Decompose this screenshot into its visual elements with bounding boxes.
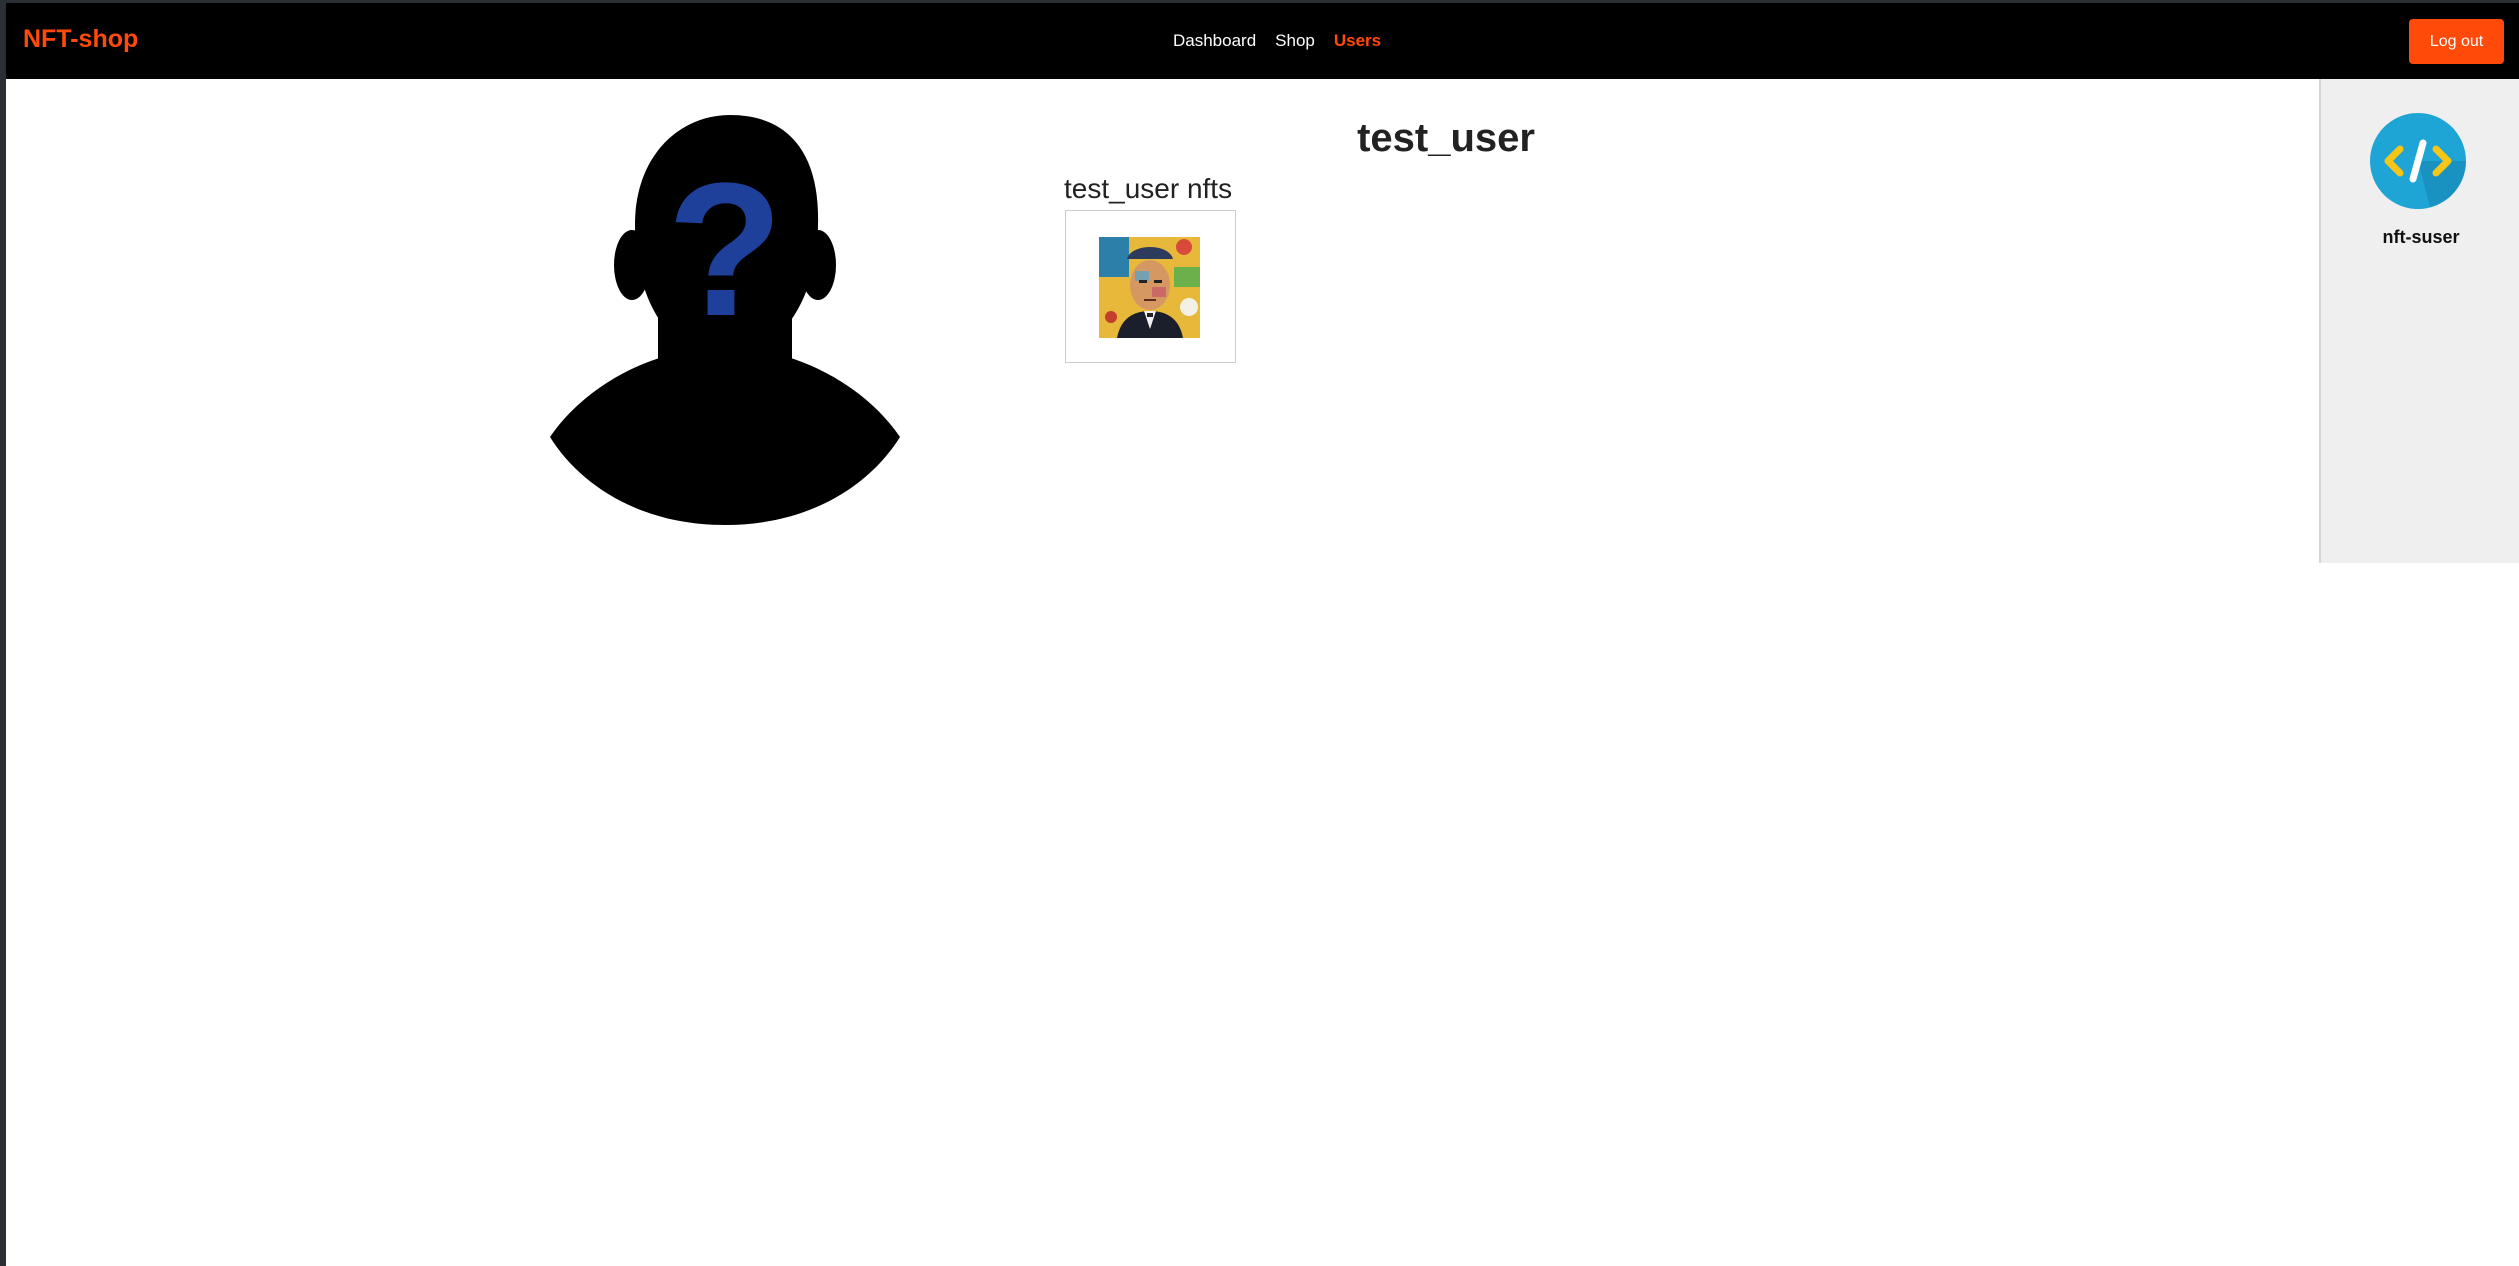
sidebar-username[interactable]: nft-suser [2321,227,2519,248]
logout-button[interactable]: Log out [2409,19,2504,64]
users-sidebar: nft-suser [2319,79,2519,563]
brand-logo-link[interactable]: NFT-shop [23,25,138,54]
profile-username-title: test_user [1357,116,1535,160]
nav-link-shop[interactable]: Shop [1275,31,1315,51]
user-nfts-heading: test_user nfts [1064,173,1233,204]
nav-link-dashboard[interactable]: Dashboard [1173,31,1256,51]
nav-links: Dashboard Shop Users [1173,31,1381,51]
top-navbar: NFT-shop Dashboard Shop Users Log out [6,3,2519,79]
nft-card[interactable] [1065,210,1236,363]
svg-text:?: ? [667,144,783,356]
nft-portrait-artwork[interactable] [1099,237,1200,338]
app-window: NFT-shop Dashboard Shop Users Log out ? … [6,3,2519,1266]
unknown-user-silhouette-icon: ? [550,115,900,527]
nav-link-users[interactable]: Users [1334,31,1381,51]
code-brackets-icon[interactable] [2370,113,2466,209]
